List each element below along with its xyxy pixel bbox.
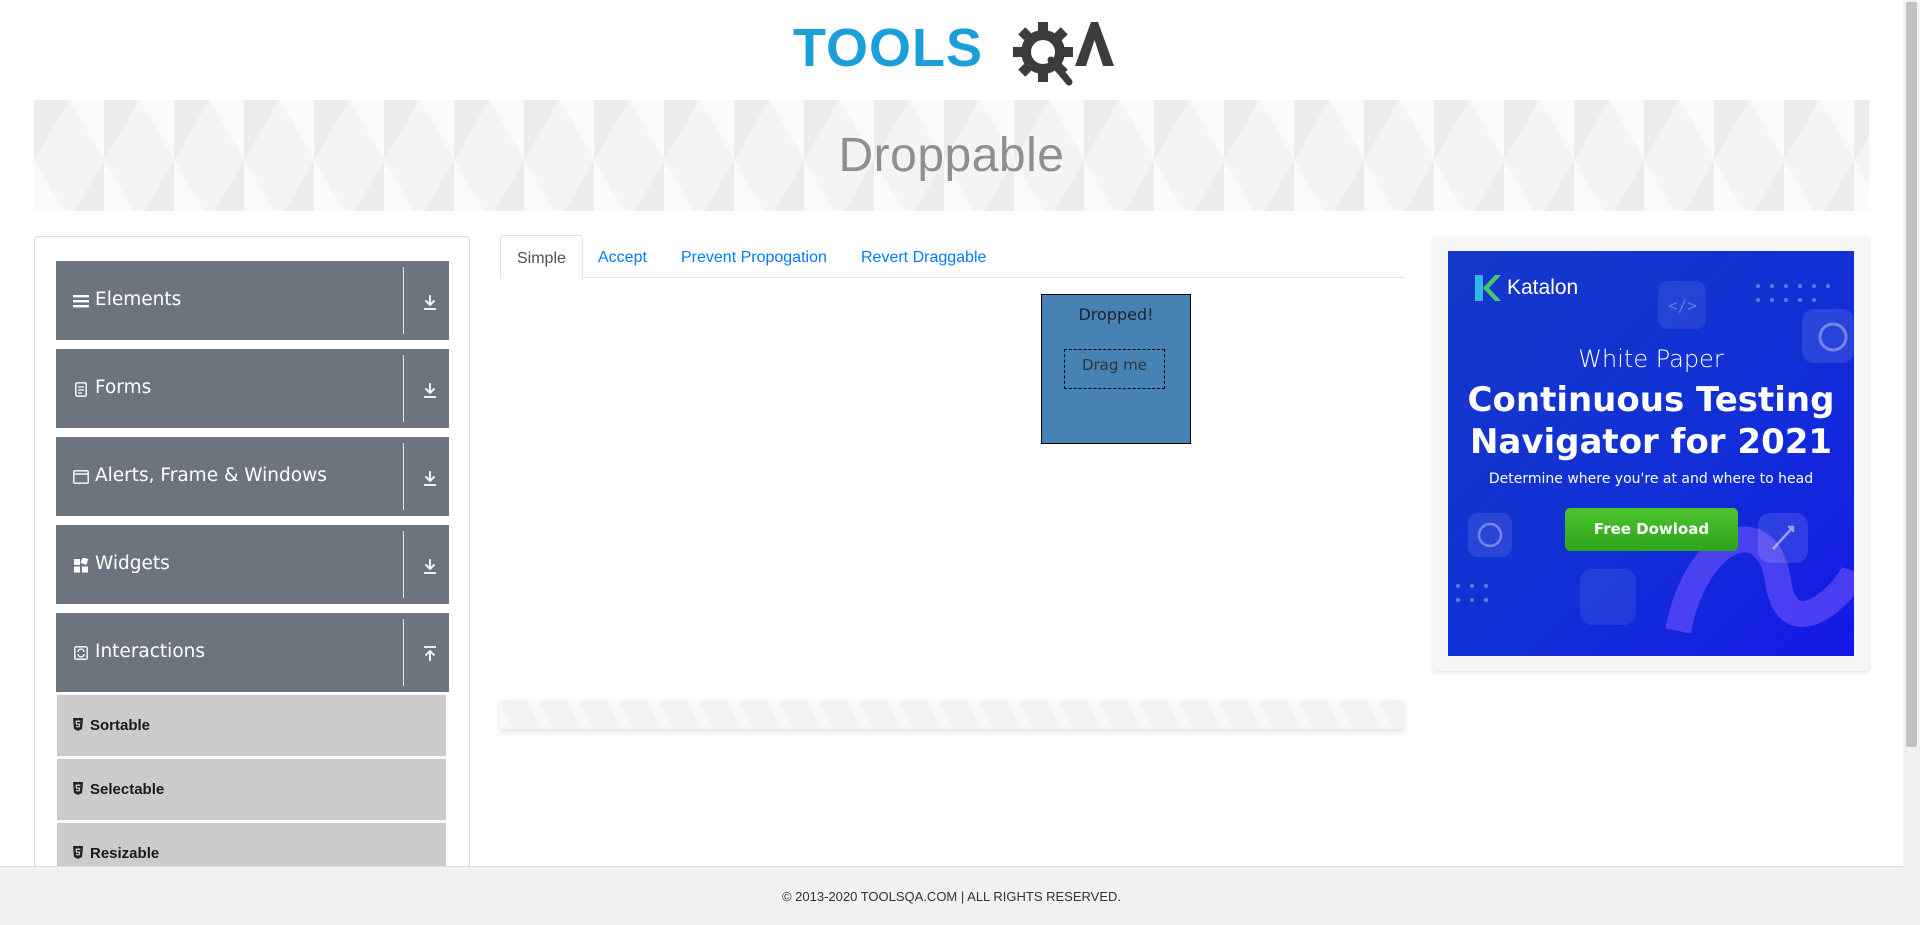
divider (403, 443, 404, 510)
download-arrow-icon[interactable] (422, 557, 438, 575)
download-arrow-icon[interactable] (422, 469, 438, 487)
ad-headline: Continuous Testing Navigator for 2021 (1448, 379, 1854, 463)
logo-gear-icon (1013, 22, 1073, 86)
sidebar-group-widgets[interactable]: Widgets (56, 525, 449, 604)
ad-kicker: White Paper (1578, 345, 1724, 373)
ad-headline-line-1: Continuous Testing (1467, 380, 1835, 420)
svg-text:</>: </> (1668, 296, 1697, 315)
ad-subtext: Determine where you're at and where to h… (1488, 471, 1814, 487)
tab-accept[interactable]: Accept (582, 235, 663, 278)
divider (403, 267, 404, 334)
divider (403, 355, 404, 422)
site-footer: © 2013-2020 TOOLSQA.COM | ALL RIGHTS RES… (0, 866, 1903, 925)
widgets-icon (73, 557, 89, 573)
sidebar-group-elements[interactable]: Elements (56, 261, 449, 340)
droppable-status-text: Dropped! (1078, 305, 1154, 324)
sidebar-group-label: Forms (95, 377, 152, 398)
sidebar-item-label: Resizable (90, 845, 160, 862)
logo-a-glyph (1075, 22, 1114, 66)
katalon-logo-icon (1475, 275, 1501, 301)
sidebar-item-sortable[interactable]: Sortable (57, 695, 446, 756)
tab-simple[interactable]: Simple (500, 235, 583, 279)
html5-icon (73, 846, 83, 859)
window-icon (73, 469, 89, 485)
ad-headline-line-2: Navigator for 2021 (1469, 422, 1833, 462)
divider (403, 531, 404, 598)
sidebar-group-interactions[interactable]: Interactions (56, 613, 449, 692)
tab-revert-draggable[interactable]: Revert Draggable (845, 235, 1002, 278)
sidebar-item-resizable[interactable]: Resizable (57, 823, 446, 866)
sidebar-group-label: Widgets (95, 553, 170, 574)
katalon-ad-banner[interactable]: </> Katalon White Paper Continuous Testi… (1448, 251, 1854, 656)
download-arrow-icon[interactable] (422, 293, 438, 311)
toolsqa-logo[interactable]: TOOLS (793, 14, 1115, 92)
sidebar-group-forms[interactable]: Forms (56, 349, 449, 428)
menu-icon (73, 293, 89, 309)
page-title: Droppable (838, 129, 1065, 182)
sidebar-group-label: Interactions (95, 641, 206, 662)
droppable-tabs: Simple Accept Prevent Propogation Revert… (500, 235, 1404, 279)
ad-brand: Katalon (1475, 275, 1578, 301)
divider (403, 619, 404, 686)
sidebar-item-label: Sortable (90, 717, 151, 734)
ad-brand-name: Katalon (1507, 276, 1579, 299)
ad-download-button[interactable]: Free Dowload (1565, 508, 1738, 551)
html5-icon (73, 782, 83, 795)
logo-tools-text: TOOLS (793, 18, 983, 78)
html5-icon (73, 718, 83, 731)
download-arrow-icon[interactable] (422, 381, 438, 399)
copyright-text: © 2013-2020 TOOLSQA.COM | ALL RIGHTS RES… (781, 889, 1122, 904)
page-scrollbar[interactable] (1903, 0, 1920, 925)
scrollbar-thumb[interactable] (1906, 2, 1917, 747)
tab-prevent-propogation[interactable]: Prevent Propogation (665, 235, 843, 278)
sidebar-item-selectable[interactable]: Selectable (57, 759, 446, 820)
form-icon (73, 381, 89, 397)
draggable-label: Drag me (1081, 356, 1148, 374)
interactions-icon (73, 645, 89, 661)
site-header: TOOLS (0, 0, 1903, 100)
left-sidebar: Elements Forms Alerts, Frame & Windows W… (34, 236, 470, 866)
sidebar-group-alerts[interactable]: Alerts, Frame & Windows (56, 437, 449, 516)
sidebar-group-label: Alerts, Frame & Windows (95, 465, 327, 486)
page-banner: Droppable (34, 100, 1869, 211)
sidebar-item-label: Selectable (90, 781, 165, 798)
sidebar-group-label: Elements (95, 289, 182, 310)
content-footer-strip (500, 700, 1404, 729)
draggable-box[interactable]: Drag me (1064, 349, 1165, 389)
upload-arrow-icon[interactable] (422, 645, 438, 663)
